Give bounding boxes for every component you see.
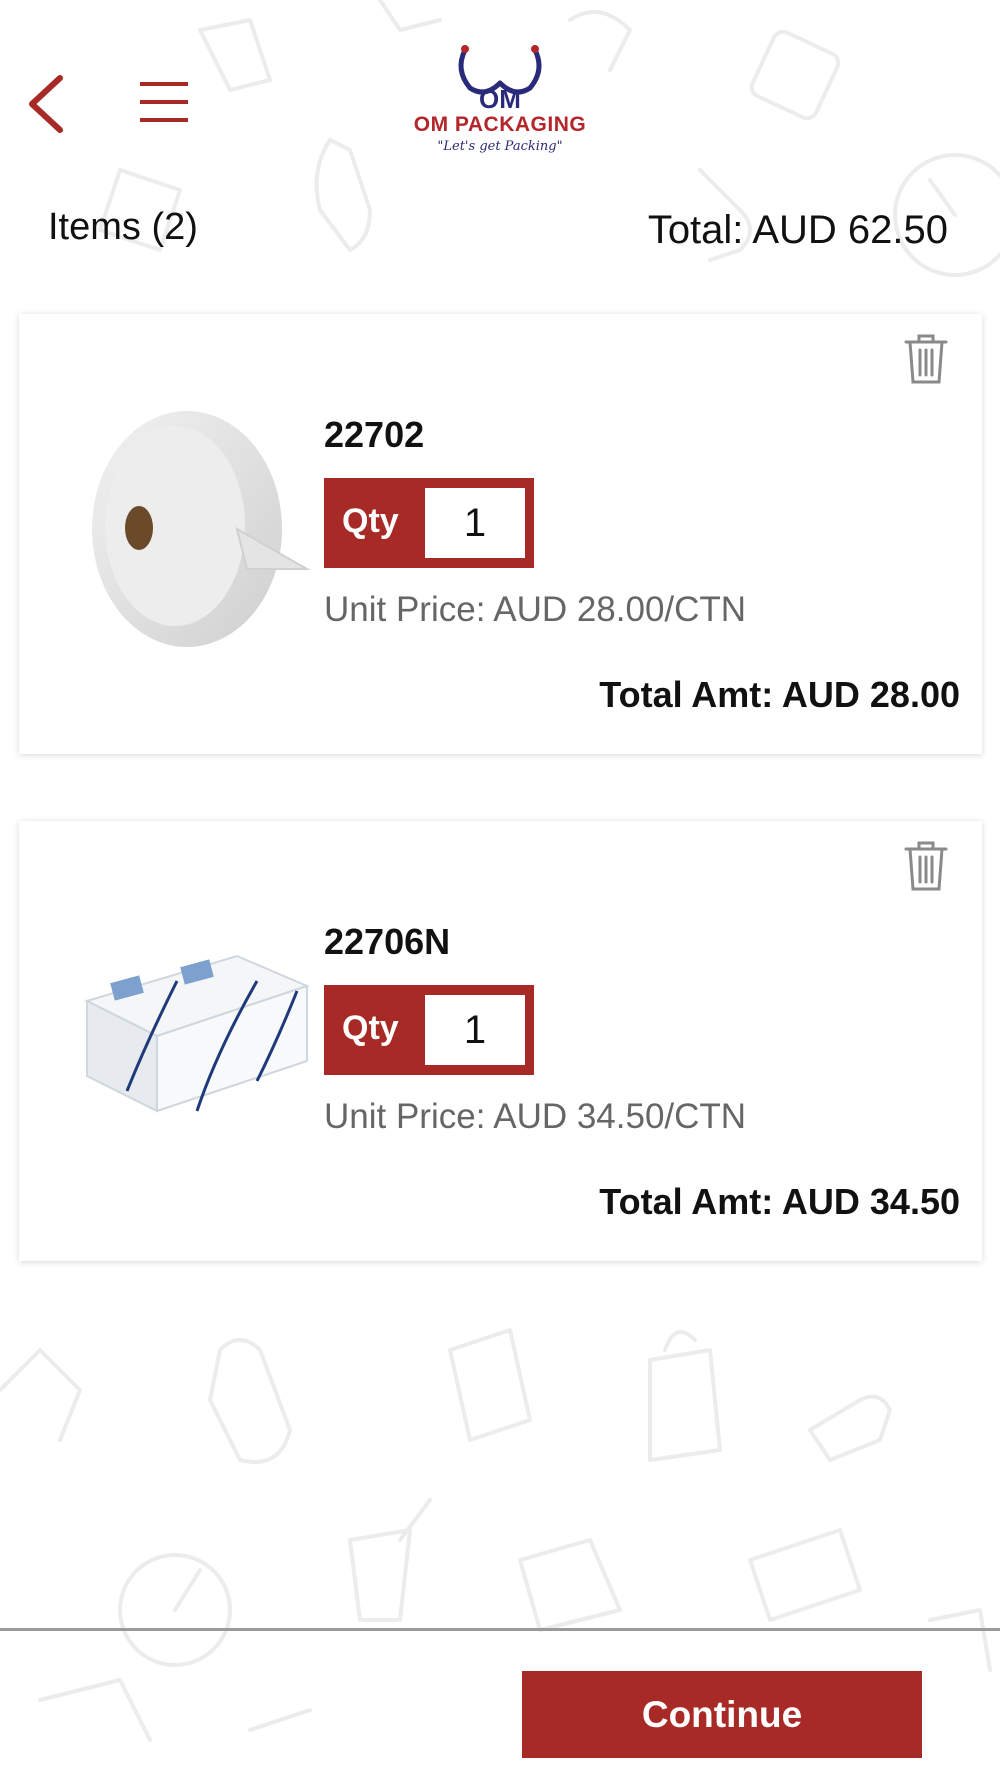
cart-item-card: 22702 Qty Unit Price: AUD 28.00/CTN Tota… <box>19 314 982 754</box>
menu-button[interactable] <box>138 80 190 124</box>
unit-price: Unit Price: AUD 28.00/CTN <box>324 590 747 629</box>
line-total-amount: Total Amt: AUD 28.00 <box>599 674 960 715</box>
product-sku: 22702 <box>324 414 425 455</box>
footer-divider <box>0 1628 1000 1631</box>
continue-button[interactable]: Continue <box>522 1671 922 1758</box>
cart-item-card: 22706N Qty Unit Price: AUD 34.50/CTN Tot… <box>19 821 982 1261</box>
logo-title: OM PACKAGING <box>413 113 587 136</box>
logo-mark-icon: OM <box>458 45 542 114</box>
product-image <box>67 394 319 659</box>
qty-label: Qty <box>342 1009 399 1047</box>
app-header: OM OM PACKAGING "Let's get Packing" <box>0 0 1000 190</box>
line-total-amount: Total Amt: AUD 34.50 <box>599 1181 960 1222</box>
brand-logo: OM OM PACKAGING "Let's get Packing" <box>405 42 595 162</box>
svg-text:OM: OM <box>479 84 521 112</box>
chevron-left-icon <box>29 75 63 133</box>
qty-label: Qty <box>342 502 399 540</box>
quantity-control: Qty <box>324 478 534 568</box>
trash-icon <box>904 334 948 384</box>
back-button[interactable] <box>22 72 72 136</box>
trash-icon <box>904 841 948 891</box>
toilet-paper-jumbo-roll-image <box>92 411 311 647</box>
quantity-input[interactable] <box>425 995 525 1065</box>
quantity-input[interactable] <box>425 488 525 558</box>
hamburger-menu-icon <box>140 82 188 122</box>
delete-item-button[interactable] <box>903 839 949 893</box>
cart-total: Total: AUD 62.50 <box>647 208 948 252</box>
product-sku: 22706N <box>324 921 451 962</box>
product-image <box>67 901 319 1166</box>
folded-hand-towel-pack-image <box>84 954 310 1113</box>
unit-price: Unit Price: AUD 34.50/CTN <box>324 1097 747 1136</box>
delete-item-button[interactable] <box>903 332 949 386</box>
logo-tagline: "Let's get Packing" <box>437 139 563 154</box>
quantity-control: Qty <box>324 985 534 1075</box>
items-count: Items (2) <box>48 206 198 248</box>
